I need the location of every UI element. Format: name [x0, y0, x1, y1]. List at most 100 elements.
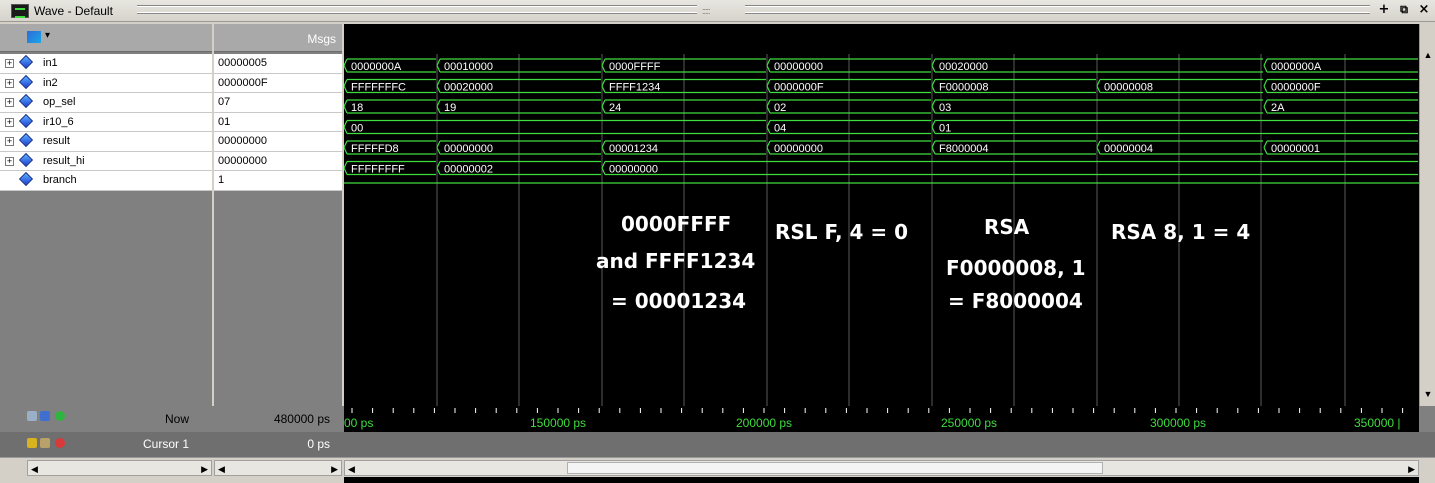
horizontal-scrollbars: ◀ ▶ ◀ ▶ ◀ ▶ — [0, 457, 1435, 477]
wave-value-label: 01 — [939, 123, 951, 135]
title-grip-right[interactable] — [745, 6, 1370, 13]
wave-value-label: 03 — [939, 102, 951, 114]
now-row: Now 480000 ps 00 ps 150000 ps 200000 ps 250… — [0, 406, 1435, 432]
signal-name-list: + in1 + in2 + op_sel + ir10_6 + result + result_hi b… — [0, 54, 212, 191]
annotation-and-line3: = 00001234 — [611, 289, 747, 313]
signal-row-branch[interactable]: branch — [0, 171, 212, 191]
signal-row-op_sel[interactable]: + op_sel — [0, 93, 212, 113]
signal-value-list: 00000005 0000000F 07 01 00000000 00000000 1 — [214, 54, 342, 191]
scroll-up-icon[interactable]: ▲ — [1421, 48, 1435, 62]
wave-value-label: 00010000 — [444, 61, 493, 73]
add-cursor-icon[interactable] — [55, 411, 65, 421]
msg-row-op_sel[interactable]: 07 — [214, 93, 342, 113]
annotation-rsa1-line2: F0000008, 1 — [946, 256, 1086, 280]
annotation-and-line2: and FFFF1234 — [596, 249, 756, 273]
wave-value-label: 00020000 — [939, 61, 988, 73]
timeline-label: 350000 | — [1354, 416, 1401, 430]
waveform-pane[interactable]: 0000000A 00010000 0000FFFF 00000000 00020000… — [344, 24, 1419, 406]
msg-row-branch[interactable]: 1 — [214, 171, 342, 191]
expand-icon[interactable]: + — [5, 117, 14, 127]
signal-row-in2[interactable]: + in2 — [0, 74, 212, 93]
expand-icon[interactable]: + — [5, 156, 14, 166]
wave-value-label: 2A — [1271, 102, 1285, 114]
now-value: 480000 ps — [214, 412, 342, 426]
msg-row-ir10_6[interactable]: 01 — [214, 113, 342, 132]
delete-cursor-icon[interactable] — [55, 438, 65, 448]
wave-window-icon — [11, 4, 29, 18]
msg-row-result[interactable]: 00000000 — [214, 132, 342, 152]
timeline-label: 200000 ps — [736, 416, 792, 430]
title-grip-left[interactable] — [137, 6, 697, 13]
wave-hscroll-thumb[interactable] — [567, 462, 1103, 474]
signal-value: 00000000 — [218, 135, 267, 147]
wave-value-label: FFFFFFFC — [351, 82, 406, 94]
wave-value-label: 18 — [351, 102, 363, 114]
signal-diamond-icon — [18, 54, 34, 70]
wave-format-dropdown-icon[interactable] — [27, 30, 50, 43]
signal-diamond-icon — [18, 74, 34, 89]
expand-icon[interactable]: + — [5, 78, 14, 88]
scroll-down-icon[interactable]: ▼ — [1421, 387, 1435, 401]
timeline-ruler[interactable]: 00 ps 150000 ps 200000 ps 250000 ps 300000 p… — [344, 406, 1419, 432]
signal-name: branch — [43, 174, 77, 186]
wave-value-label: 00000000 — [774, 143, 823, 155]
expand-icon[interactable]: + — [5, 59, 14, 68]
signal-diamond-icon — [18, 132, 34, 148]
msg-row-in1[interactable]: 00000005 — [214, 54, 342, 74]
lock-icon[interactable] — [27, 438, 37, 448]
wave-value-label: 0000000F — [1271, 82, 1321, 94]
signal-row-ir10_6[interactable]: + ir10_6 — [0, 113, 212, 132]
wave-value-label: 24 — [609, 102, 621, 114]
wave-value-label: 00020000 — [444, 82, 493, 94]
signal-diamond-icon — [18, 171, 34, 187]
undock-icon[interactable]: ⧉ — [1397, 3, 1411, 18]
timeline-label: 00 ps — [344, 416, 373, 430]
signal-value: 1 — [218, 174, 225, 186]
dock-plus-icon[interactable]: + — [1377, 3, 1391, 18]
timeline-label: 250000 ps — [941, 416, 997, 430]
signal-name: in1 — [43, 57, 58, 69]
wave-value-label: F8000004 — [939, 143, 989, 155]
msg-row-in2[interactable]: 0000000F — [214, 74, 342, 93]
zoom-icon[interactable] — [27, 411, 37, 421]
wave-value-label: F0000008 — [939, 82, 989, 94]
wave-value-label: 00001234 — [609, 143, 658, 155]
msg-row-result_hi[interactable]: 00000000 — [214, 152, 342, 171]
signal-name: in2 — [43, 76, 58, 89]
wave-value-label: 19 — [444, 102, 456, 114]
timeline-label: 300000 ps — [1150, 416, 1206, 430]
vertical-scrollbar[interactable]: ▲ ▼ — [1419, 24, 1435, 406]
signal-name: result_hi — [43, 154, 85, 167]
wave-segment — [1263, 99, 1418, 114]
signal-row-in1[interactable]: + in1 — [0, 54, 212, 74]
cursor-label: Cursor 1 — [142, 437, 189, 451]
signal-name: ir10_6 — [43, 115, 74, 128]
signal-value: 01 — [218, 115, 231, 128]
status-panel: Now 480000 ps 00 ps 150000 ps 200000 ps 250… — [0, 406, 1435, 483]
wave-value-label: 00000000 — [609, 164, 658, 176]
cursor-value: 0 ps — [307, 437, 330, 451]
waveform-canvas[interactable]: 0000000A 00010000 0000FFFF 00000000 00020000… — [344, 24, 1419, 406]
close-icon[interactable]: × — [1417, 3, 1431, 18]
cursor-view-icon[interactable] — [40, 411, 50, 421]
annotation-and-line1: 0000FFFF — [621, 212, 732, 236]
title-grip-center[interactable]: ::::: — [702, 6, 710, 16]
wave-value-label: 0000FFFF — [609, 61, 661, 73]
wave-value-label: FFFF1234 — [609, 82, 660, 94]
signal-diamond-icon — [18, 113, 34, 128]
wave-hscroll[interactable]: ◀ ▶ — [344, 460, 1419, 476]
signal-row-result_hi[interactable]: + result_hi — [0, 152, 212, 171]
title-bar: Wave - Default ::::: + ⧉ × — [0, 0, 1435, 22]
wave-value-label: 00000000 — [774, 61, 823, 73]
expand-icon[interactable]: + — [5, 137, 14, 146]
signal-row-result[interactable]: + result — [0, 132, 212, 152]
name-hscroll[interactable]: ◀ ▶ — [27, 460, 212, 476]
msgs-hscroll[interactable]: ◀ ▶ — [214, 460, 342, 476]
wave-value-label: 00 — [351, 123, 363, 135]
window-title: Wave - Default — [34, 4, 113, 18]
wave-value-label: 00000002 — [444, 164, 493, 176]
signal-value: 00000005 — [218, 57, 267, 69]
annotation-rsl: RSL F, 4 = 0 — [775, 220, 909, 244]
expand-icon[interactable]: + — [5, 98, 14, 107]
edit-cursor-icon[interactable] — [40, 438, 50, 448]
